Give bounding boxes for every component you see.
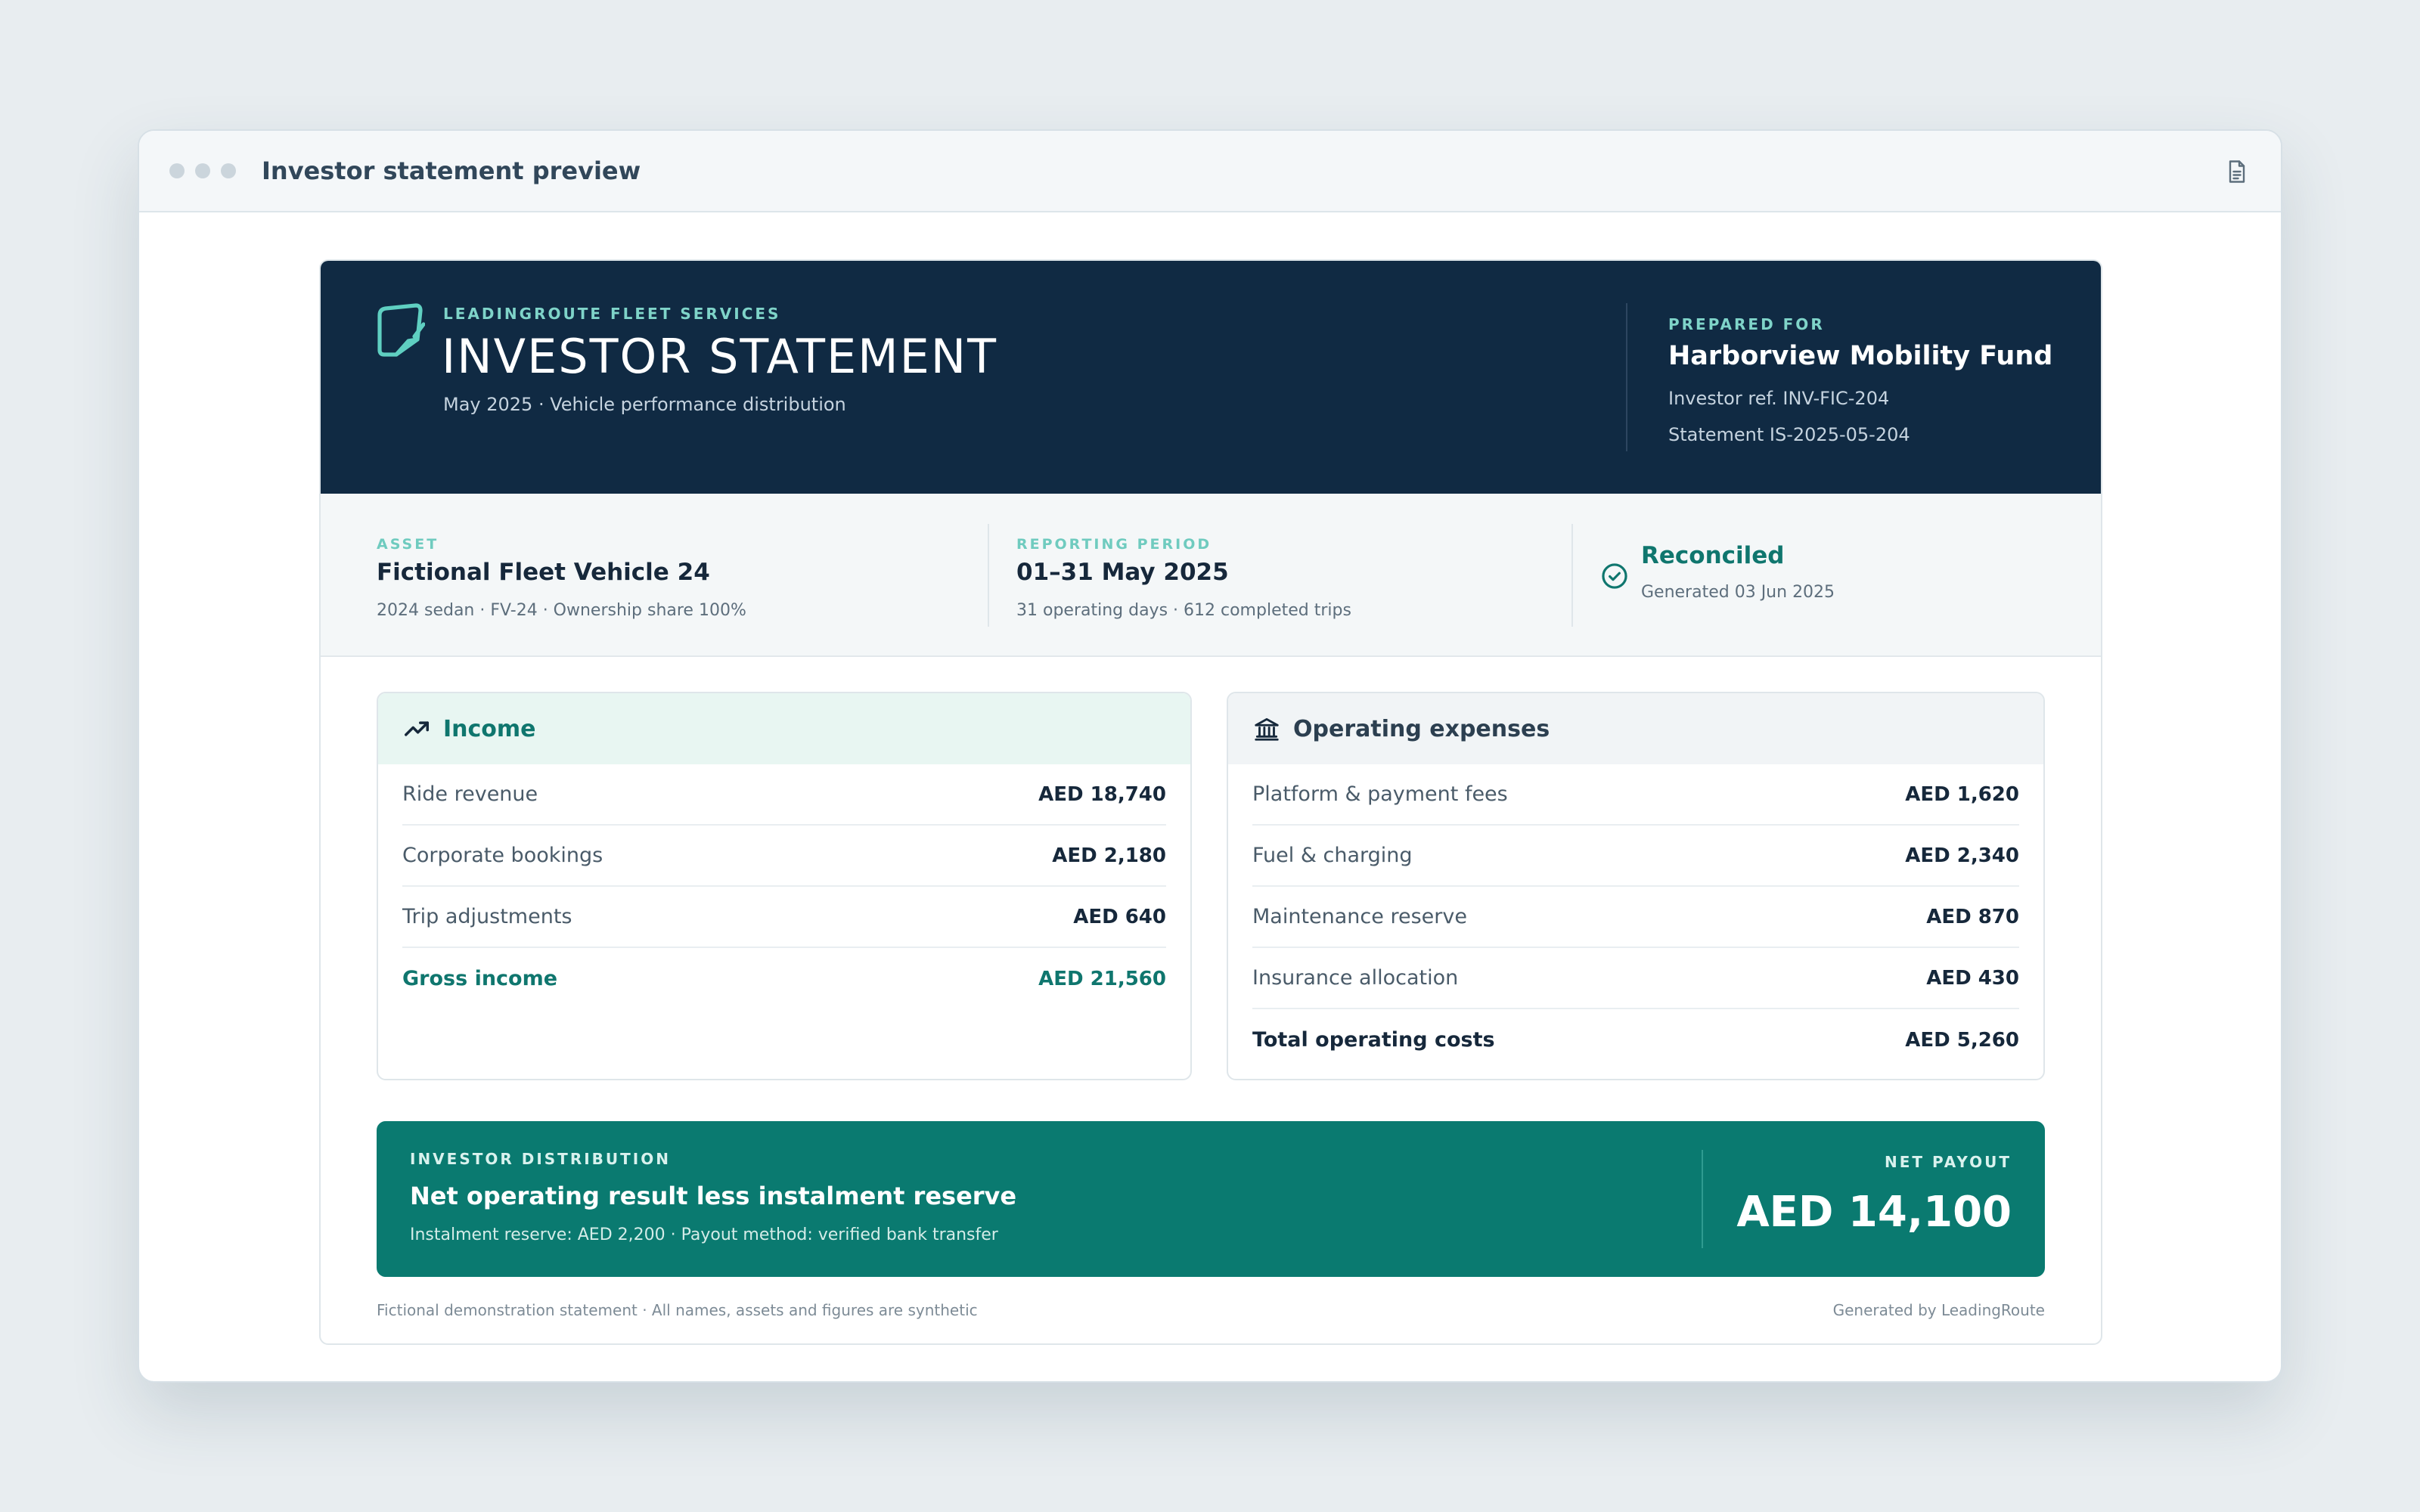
distribution-divider — [1702, 1150, 1703, 1248]
income-row: Ride revenue AED 18,740 — [402, 764, 1166, 826]
info-divider — [1571, 524, 1573, 627]
expense-row: Maintenance reserve AED 870 — [1252, 887, 2019, 948]
generated-date: Generated 03 Jun 2025 — [1641, 583, 1835, 602]
statement-title: INVESTOR STATEMENT — [442, 329, 998, 384]
row-label: Maintenance reserve — [1252, 905, 1467, 928]
total-costs-label: Total operating costs — [1252, 1028, 1495, 1052]
info-divider — [988, 524, 989, 627]
window-dot-close[interactable] — [169, 163, 185, 178]
row-value: AED 640 — [1073, 905, 1166, 928]
period-label: REPORTING PERIOD — [1016, 536, 1212, 553]
row-value: AED 2,180 — [1052, 844, 1166, 867]
income-rows: Ride revenue AED 18,740 Corporate bookin… — [378, 764, 1190, 1009]
statement-header: LEADINGROUTE FLEET SERVICES INVESTOR STA… — [321, 261, 2101, 494]
expense-rows: Platform & payment fees AED 1,620 Fuel &… — [1228, 764, 2043, 1070]
expense-row: Insurance allocation AED 430 — [1252, 948, 2019, 1009]
investor-distribution-banner: INVESTOR DISTRIBUTION Net operating resu… — [377, 1121, 2045, 1277]
row-value: AED 870 — [1926, 905, 2019, 928]
asset-name: Fictional Fleet Vehicle 24 — [377, 559, 710, 586]
row-label: Corporate bookings — [402, 844, 603, 867]
document-icon[interactable] — [2223, 158, 2251, 185]
distribution-title: Net operating result less instalment res… — [410, 1182, 1017, 1210]
investor-statement: LEADINGROUTE FLEET SERVICES INVESTOR STA… — [319, 259, 2102, 1345]
investor-ref: Investor ref. INV-FIC-204 — [1668, 388, 1890, 409]
statement-subtitle: May 2025 · Vehicle performance distribut… — [443, 394, 846, 415]
content-area: LEADINGROUTE FLEET SERVICES INVESTOR STA… — [139, 212, 2281, 1381]
prepared-for-name: Harborview Mobility Fund — [1668, 341, 2053, 371]
row-value: AED 2,340 — [1905, 844, 2019, 867]
total-costs-row: Total operating costs AED 5,260 — [1252, 1009, 2019, 1070]
expense-row: Platform & payment fees AED 1,620 — [1252, 764, 2019, 826]
gross-income-row: Gross income AED 21,560 — [402, 948, 1166, 1009]
disclaimer-footnote: Fictional demonstration statement · All … — [377, 1301, 978, 1319]
row-value: AED 1,620 — [1905, 782, 2019, 806]
asset-label: ASSET — [377, 536, 439, 553]
distribution-detail: Instalment reserve: AED 2,200 · Payout m… — [410, 1225, 998, 1244]
row-label: Platform & payment fees — [1252, 782, 1508, 806]
row-value: AED 430 — [1926, 966, 2019, 990]
expenses-card: Operating expenses Platform & payment fe… — [1227, 692, 2045, 1080]
row-label: Ride revenue — [402, 782, 538, 806]
period-detail: 31 operating days · 612 completed trips — [1016, 601, 1351, 620]
row-label: Insurance allocation — [1252, 966, 1459, 990]
row-label: Fuel & charging — [1252, 844, 1413, 867]
total-costs-value: AED 5,260 — [1905, 1028, 2019, 1052]
statement-info-strip: ASSET Fictional Fleet Vehicle 24 2024 se… — [321, 494, 2101, 657]
gross-income-value: AED 21,560 — [1038, 967, 1166, 990]
window-dot-maximize[interactable] — [221, 163, 236, 178]
income-card-header: Income — [378, 693, 1190, 764]
row-value: AED 18,740 — [1038, 782, 1166, 806]
expense-row: Fuel & charging AED 2,340 — [1252, 826, 2019, 887]
header-divider — [1626, 303, 1627, 451]
window-dot-minimize[interactable] — [195, 163, 210, 178]
preview-window: Investor statement preview LEADINGROUTE … — [138, 129, 2282, 1383]
income-card: Income Ride revenue AED 18,740 Corporate… — [377, 692, 1192, 1080]
window-titlebar: Investor statement preview — [139, 131, 2281, 212]
income-row: Trip adjustments AED 640 — [402, 887, 1166, 948]
net-payout-label: NET PAYOUT — [1884, 1153, 2012, 1171]
statement-id: Statement IS-2025-05-204 — [1668, 424, 1910, 445]
generator-footnote: Generated by LeadingRoute — [1832, 1301, 2045, 1319]
row-label: Trip adjustments — [402, 905, 572, 928]
expenses-card-header: Operating expenses — [1228, 693, 2043, 764]
check-circle-icon — [1602, 563, 1627, 589]
window-title: Investor statement preview — [262, 156, 641, 185]
document-note-icon — [377, 303, 425, 357]
expenses-title: Operating expenses — [1293, 715, 1550, 742]
trending-up-icon — [405, 721, 429, 736]
period-value: 01–31 May 2025 — [1016, 559, 1229, 586]
reconciled-status: Reconciled — [1641, 542, 1785, 569]
asset-detail: 2024 sedan · FV-24 · Ownership share 100… — [377, 601, 746, 620]
prepared-for-label: PREPARED FOR — [1668, 315, 1825, 333]
net-payout-value: AED 14,100 — [1736, 1188, 2012, 1237]
bank-icon — [1255, 717, 1279, 741]
window-controls — [169, 163, 236, 178]
company-name: LEADINGROUTE FLEET SERVICES — [443, 305, 781, 323]
income-row: Corporate bookings AED 2,180 — [402, 826, 1166, 887]
income-title: Income — [443, 715, 536, 742]
distribution-label: INVESTOR DISTRIBUTION — [410, 1150, 671, 1168]
gross-income-label: Gross income — [402, 967, 558, 990]
